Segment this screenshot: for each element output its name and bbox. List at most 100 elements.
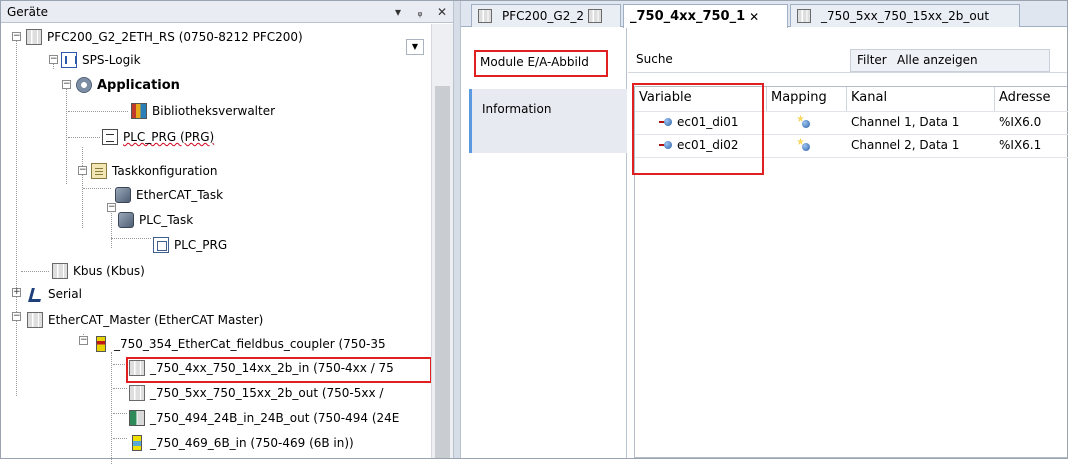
tab-label: PFC200_G2_2 (502, 9, 584, 23)
panel-menu-icon[interactable]: ▾ (387, 5, 409, 19)
editor-side-tabs: Module E/A-Abbild Information (461, 28, 627, 458)
tree-item-label: PLC_PRG (PRG) (123, 130, 215, 144)
expand-icon[interactable]: + (12, 288, 21, 297)
column-header-address[interactable]: Adresse (995, 87, 1068, 111)
tree-item-label: Application (97, 77, 180, 93)
filter-label: Filter (857, 53, 887, 67)
coupler-icon (96, 336, 106, 352)
filter-dropdown[interactable]: Filter Alle anzeigen (850, 49, 1050, 72)
tree-item-label: Serial (48, 287, 82, 301)
tree-item-label: _750_5xx_750_15xx_2b_out (750-5xx / (150, 386, 384, 400)
tree-scrollbar[interactable] (431, 24, 453, 458)
pin-icon[interactable]: ᵩ (409, 5, 431, 19)
tree-item-application[interactable]: Application (76, 75, 180, 95)
tree-item-plc-prg[interactable]: PLC_PRG (PRG) (102, 127, 214, 147)
collapse-icon[interactable]: − (12, 312, 21, 321)
tree-item-label: PFC200_G2_2ETH_RS (0750-8212 PFC200) (47, 30, 303, 44)
task-config-icon (91, 163, 107, 179)
close-icon[interactable]: ✕ (431, 5, 453, 19)
tree-item-label: Kbus (Kbus) (73, 264, 145, 278)
module-icon (478, 9, 492, 23)
tree-item-sps-logik[interactable]: SPS-Logik (61, 50, 141, 70)
tree-dropdown-button[interactable]: ▼ (406, 39, 424, 55)
highlight-box (474, 50, 608, 77)
io-mapping-content: Suche Filter Alle anzeigen Variable Mapp… (628, 28, 1068, 458)
tree-item-label: _750_354_EtherCat_fieldbus_coupler (750-… (114, 337, 386, 351)
tree-item-plc-task[interactable]: PLC_Task (118, 210, 193, 230)
task-icon (118, 212, 134, 228)
address-cell: %IX6.0 (999, 115, 1042, 129)
tree-item-pfc200[interactable]: PFC200_G2_2ETH_RS (0750-8212 PFC200) (26, 27, 303, 47)
highlight-box (126, 357, 432, 383)
search-input[interactable] (671, 50, 851, 70)
tree-item-label: PLC_Task (139, 213, 194, 227)
column-header-mapping[interactable]: Mapping (767, 87, 847, 111)
module-icon (26, 29, 42, 45)
mapping-icon[interactable] (797, 138, 811, 152)
tree-item-ethercat-master[interactable]: EtherCAT_Master (EtherCAT Master) (27, 310, 263, 330)
power-module-icon (129, 410, 145, 426)
tree-item-task-config[interactable]: Taskkonfiguration (91, 161, 217, 181)
device-tree: − − − − − + − − PFC200_G2_2ETH_RS (0750-… (1, 24, 442, 464)
tree-item-750-5xx[interactable]: _750_5xx_750_15xx_2b_out (750-5xx / (129, 383, 383, 403)
tree-item-label: PLC_PRG (174, 238, 228, 252)
tree-item-serial[interactable]: Serial (27, 284, 82, 304)
collapse-icon[interactable]: − (62, 80, 71, 89)
collapse-icon[interactable]: − (49, 55, 58, 64)
tab-750-4xx[interactable]: _750_4xx_750_1 ✕ (623, 4, 788, 28)
tree-item-750-494[interactable]: _750_494_24B_in_24B_out (750-494 (24E (129, 408, 399, 428)
collapse-icon[interactable]: − (12, 32, 21, 41)
module-icon (52, 263, 68, 279)
tree-item-label: _750_494_24B_in_24B_out (750-494 (24E (150, 411, 400, 425)
tab-label: _750_4xx_750_1 (630, 9, 746, 24)
side-tab-label: Information (482, 102, 552, 116)
address-cell: %IX6.1 (999, 138, 1042, 152)
tree-item-ethercat-task[interactable]: EtherCAT_Task (115, 185, 223, 205)
search-label: Suche (636, 52, 673, 66)
channel-cell: Channel 1, Data 1 (851, 115, 960, 129)
plc-logic-icon (61, 52, 77, 68)
highlight-box (632, 83, 764, 175)
editor-tab-bar: PFC200_G2_2 _750_4xx_750_1 ✕ _750_5xx_75… (461, 1, 1067, 28)
tab-label: _750_5xx_750_15xx_2b_out (821, 9, 990, 23)
module-icon (27, 312, 43, 328)
module-icon (129, 385, 145, 401)
application-icon (76, 77, 92, 93)
close-tab-icon[interactable]: ✕ (749, 10, 759, 24)
tab-pfc200[interactable]: PFC200_G2_2 (471, 4, 621, 27)
module-icon (797, 9, 811, 23)
search-bar: Suche Filter Alle anzeigen (628, 49, 1067, 73)
tree-item-label: Bibliotheksverwalter (152, 104, 276, 118)
program-call-icon (153, 237, 169, 253)
scrollbar-thumb[interactable] (435, 86, 450, 458)
tree-item-label: EtherCAT_Master (EtherCAT Master) (48, 313, 264, 327)
tree-item-kbus[interactable]: Kbus (Kbus) (52, 261, 145, 281)
program-icon (102, 129, 118, 145)
tab-information[interactable]: Information (471, 98, 621, 122)
tree-item-coupler[interactable]: _750_354_EtherCat_fieldbus_coupler (750-… (93, 334, 386, 354)
devices-panel: Geräte ▾ ᵩ ✕ − − − − − + − − PFC200_G2_2… (1, 1, 453, 464)
tree-item-library-manager[interactable]: Bibliotheksverwalter (131, 101, 275, 121)
filter-value: Alle anzeigen (897, 53, 978, 67)
editor-panel: PFC200_G2_2 _750_4xx_750_1 ✕ _750_5xx_75… (461, 1, 1068, 458)
pane-splitter[interactable] (453, 1, 461, 458)
library-icon (131, 103, 147, 119)
tree-item-750-469[interactable]: _750_469_6B_in (750-469 (6B in)) (129, 433, 354, 453)
tree-item-label: SPS-Logik (82, 53, 141, 67)
module-icon (588, 9, 602, 23)
tree-item-label: Taskkonfiguration (112, 164, 218, 178)
collapse-icon[interactable]: − (78, 166, 87, 175)
tab-750-5xx[interactable]: _750_5xx_750_15xx_2b_out (790, 4, 1020, 27)
mapping-icon[interactable] (797, 115, 811, 129)
devices-panel-title: Geräte (7, 4, 49, 19)
tree-item-label: EtherCAT_Task (136, 188, 224, 202)
channel-cell: Channel 2, Data 1 (851, 138, 960, 152)
tree-item-label: _750_469_6B_in (750-469 (6B in)) (150, 436, 354, 450)
serial-icon (27, 286, 43, 302)
devices-panel-header: Geräte ▾ ᵩ ✕ (1, 1, 453, 23)
tree-item-plc-prg-call[interactable]: PLC_PRG (153, 235, 227, 255)
task-icon (115, 187, 131, 203)
column-header-channel[interactable]: Kanal (847, 87, 995, 111)
analog-module-icon (132, 435, 142, 451)
collapse-icon[interactable]: − (79, 336, 88, 345)
